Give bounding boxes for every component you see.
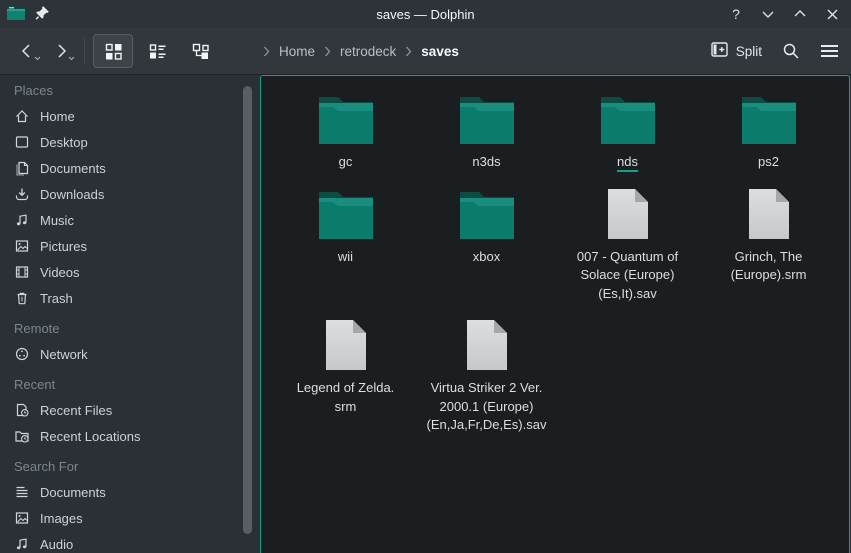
section-search-for: Search For (0, 453, 260, 479)
sidebar-item-videos[interactable]: Videos (0, 259, 260, 285)
tree-view-button[interactable] (181, 34, 221, 68)
forward-button[interactable] (44, 34, 78, 68)
desktop-icon (14, 134, 30, 150)
sidebar-item-desktop[interactable]: Desktop (0, 129, 260, 155)
folder-icon (318, 93, 374, 145)
breadcrumb-retrodeck[interactable]: retrodeck (340, 44, 396, 59)
close-button[interactable] (821, 3, 843, 25)
videos-icon (14, 264, 30, 280)
back-button[interactable] (10, 34, 44, 68)
pictures-icon (14, 238, 30, 254)
file-item-007-quantum-of-solace[interactable]: 007 - Quantum of Solace (Europe) (Es,It)… (557, 188, 698, 304)
split-button[interactable]: Split (711, 42, 762, 60)
split-icon (711, 42, 728, 60)
sidebar-item-music[interactable]: Music (0, 207, 260, 233)
maximize-button[interactable] (789, 3, 811, 25)
search-documents-icon (14, 484, 30, 500)
item-label: Grinch, The (Europe).srm (731, 249, 807, 283)
section-remote: Remote (0, 315, 260, 341)
file-icon (466, 319, 508, 371)
sidebar-item-home[interactable]: Home (0, 103, 260, 129)
recent-files-icon (14, 402, 30, 418)
item-label: xbox (473, 249, 500, 264)
item-label: Virtua Striker 2 Ver. 2000.1 (Europe) (E… (427, 380, 547, 432)
network-icon (14, 346, 30, 362)
downloads-icon (14, 186, 30, 202)
item-label: Legend of Zelda. srm (297, 380, 395, 414)
places-panel: Places Home Desktop Documents Downloads … (0, 75, 260, 553)
sidebar-item-trash[interactable]: Trash (0, 285, 260, 311)
titlebar: saves — Dolphin ? (0, 0, 851, 28)
recent-locations-icon (14, 428, 30, 444)
app-folder-icon (6, 4, 26, 24)
section-places: Places (0, 77, 260, 103)
toolbar: Home retrodeck saves Split (0, 28, 851, 74)
sidebar-item-downloads[interactable]: Downloads (0, 181, 260, 207)
item-label-focused: nds (617, 154, 638, 172)
folder-item-xbox[interactable]: xbox (416, 188, 557, 267)
sidebar-scrollbar[interactable] (243, 86, 252, 534)
folder-item-nds[interactable]: nds (557, 93, 698, 172)
chevron-right-icon (405, 46, 412, 57)
chevron-right-icon (263, 46, 270, 57)
sidebar-item-search-images[interactable]: Images (0, 505, 260, 531)
window-title: saves — Dolphin (0, 7, 851, 22)
pin-icon[interactable] (35, 5, 50, 23)
documents-icon (14, 160, 30, 176)
file-icon (748, 188, 790, 240)
toolbar-separator (84, 38, 85, 64)
breadcrumb-home[interactable]: Home (279, 44, 315, 59)
forward-dropdown-icon[interactable] (68, 49, 75, 64)
folder-item-ps2[interactable]: ps2 (698, 93, 839, 172)
section-recent: Recent (0, 371, 260, 397)
item-label: 007 - Quantum of Solace (Europe) (Es,It)… (577, 249, 678, 301)
breadcrumb: Home retrodeck saves (263, 28, 459, 74)
back-dropdown-icon[interactable] (34, 49, 41, 64)
hamburger-menu-icon[interactable] (820, 44, 839, 58)
search-icon[interactable] (782, 42, 800, 60)
file-item-legend-of-zelda[interactable]: Legend of Zelda. srm (275, 319, 416, 416)
sidebar-item-recent-files[interactable]: Recent Files (0, 397, 260, 423)
file-item-virtua-striker[interactable]: Virtua Striker 2 Ver. 2000.1 (Europe) (E… (416, 319, 557, 435)
folder-item-wii[interactable]: wii (275, 188, 416, 267)
sidebar-item-recent-locations[interactable]: Recent Locations (0, 423, 260, 449)
folder-item-gc[interactable]: gc (275, 93, 416, 172)
file-icon (607, 188, 649, 240)
dolphin-window: saves — Dolphin ? (0, 0, 851, 553)
sidebar-item-documents[interactable]: Documents (0, 155, 260, 181)
music-icon (14, 212, 30, 228)
split-label: Split (736, 44, 762, 59)
search-images-icon (14, 510, 30, 526)
folder-icon (459, 188, 515, 240)
file-icon (325, 319, 367, 371)
item-label: n3ds (472, 154, 500, 169)
item-label: gc (339, 154, 353, 169)
folder-icon (600, 93, 656, 145)
sidebar-item-search-documents[interactable]: Documents (0, 479, 260, 505)
folder-item-n3ds[interactable]: n3ds (416, 93, 557, 172)
trash-icon (14, 290, 30, 306)
folder-icon (318, 188, 374, 240)
folder-icon (741, 93, 797, 145)
breadcrumb-saves[interactable]: saves (421, 44, 459, 59)
icons-view-button[interactable] (93, 34, 133, 68)
minimize-button[interactable] (757, 3, 779, 25)
sidebar-item-pictures[interactable]: Pictures (0, 233, 260, 259)
help-button[interactable]: ? (725, 3, 747, 25)
sidebar-item-search-audio[interactable]: Audio (0, 531, 260, 553)
file-view[interactable]: gc n3ds nds (260, 75, 850, 553)
item-label: ps2 (758, 154, 779, 169)
chevron-right-icon (324, 46, 331, 57)
folder-icon (459, 93, 515, 145)
file-item-grinch[interactable]: Grinch, The (Europe).srm (698, 188, 839, 285)
item-label: wii (338, 249, 353, 264)
home-icon (14, 108, 30, 124)
sidebar-item-network[interactable]: Network (0, 341, 260, 367)
search-audio-icon (14, 536, 30, 552)
details-view-button[interactable] (137, 34, 177, 68)
